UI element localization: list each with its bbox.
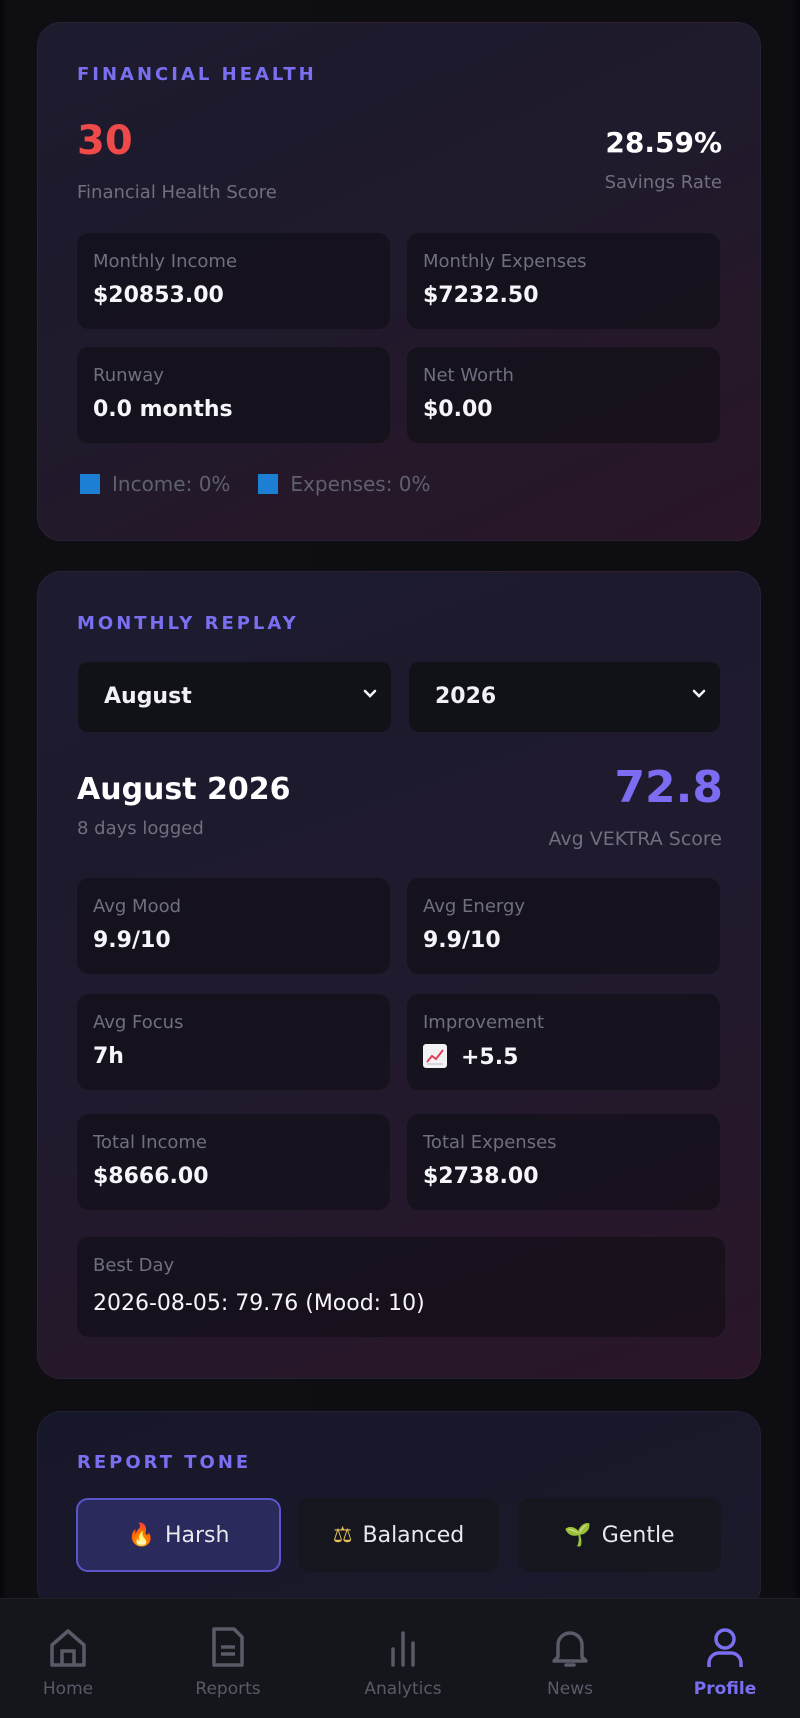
tone-harsh-label: Harsh xyxy=(164,1522,230,1548)
nav-label: Analytics xyxy=(364,1679,442,1699)
financial-health-score-label: Financial Health Score xyxy=(77,182,277,203)
savings-rate-label: Savings Rate xyxy=(604,172,722,193)
nav-label: Home xyxy=(42,1679,94,1699)
best-day-tile: Best Day 2026-08-05: 79.76 (Mood: 10) xyxy=(77,1237,725,1337)
avg-vektra-score-value: 72.8 xyxy=(614,762,723,813)
financial-health-title: FINANCIAL HEALTH xyxy=(77,64,317,85)
bottom-navigation: Home Reports Analytics News Profile xyxy=(0,1598,800,1718)
tone-balanced-button[interactable]: ⚖ Balanced xyxy=(298,1498,499,1572)
year-select[interactable]: 2026 xyxy=(409,662,720,732)
year-select-value: 2026 xyxy=(435,684,497,709)
tile-value: 7h xyxy=(93,1044,124,1069)
tile-value: $20853.00 xyxy=(93,283,224,308)
month-select-value: August xyxy=(104,684,192,709)
user-icon xyxy=(705,1625,745,1669)
tile-value: 9.9/10 xyxy=(423,928,501,953)
home-icon xyxy=(48,1625,88,1669)
scales-icon: ⚖ xyxy=(332,1522,353,1548)
improvement-tile: Improvement +5.5 xyxy=(407,994,720,1090)
avg-energy-tile: Avg Energy 9.9/10 xyxy=(407,878,720,974)
tile-value: $8666.00 xyxy=(93,1164,209,1189)
nav-label: News xyxy=(547,1679,593,1699)
monthly-income-tile: Monthly Income $20853.00 xyxy=(77,233,390,329)
tone-gentle-button[interactable]: 🌱 Gentle xyxy=(518,1498,721,1572)
tile-label: Avg Focus xyxy=(93,1012,184,1033)
savings-rate-value: 28.59% xyxy=(605,126,722,159)
month-select[interactable]: August xyxy=(78,662,391,732)
nav-item-news[interactable]: News xyxy=(510,1599,630,1718)
financial-health-score: 30 xyxy=(77,118,133,164)
expenses-legend-swatch xyxy=(258,474,279,494)
income-legend-label: Income: 0% xyxy=(112,472,231,496)
tile-value: $0.00 xyxy=(423,397,493,422)
monthly-replay-title: MONTHLY REPLAY xyxy=(77,613,299,634)
avg-vektra-score-label: Avg VEKTRA Score xyxy=(548,828,722,850)
tile-label: Runway xyxy=(93,365,164,386)
tile-label: Avg Mood xyxy=(93,896,182,917)
report-tone-title: REPORT TONE xyxy=(77,1452,252,1473)
tile-label: Best Day xyxy=(93,1255,175,1276)
chevron-down-icon xyxy=(690,684,708,702)
total-expenses-tile: Total Expenses $2738.00 xyxy=(407,1114,720,1210)
tone-balanced-label: Balanced xyxy=(362,1522,465,1548)
tile-label: Monthly Expenses xyxy=(423,251,587,272)
nav-item-home[interactable]: Home xyxy=(8,1599,128,1718)
income-legend-swatch xyxy=(80,474,100,494)
tile-value: $7232.50 xyxy=(423,283,539,308)
document-icon xyxy=(208,1625,248,1669)
tile-value: $2738.00 xyxy=(423,1164,539,1189)
tile-label: Total Income xyxy=(93,1132,207,1153)
tone-gentle-label: Gentle xyxy=(601,1522,675,1548)
tile-label: Improvement xyxy=(423,1012,545,1033)
tile-label: Net Worth xyxy=(423,365,514,386)
tile-value: 0.0 months xyxy=(93,397,233,422)
nav-item-profile[interactable]: Profile xyxy=(665,1599,785,1718)
avg-mood-tile: Avg Mood 9.9/10 xyxy=(77,878,390,974)
nav-label: Reports xyxy=(195,1679,261,1699)
net-worth-tile: Net Worth $0.00 xyxy=(407,347,720,443)
tile-label: Avg Energy xyxy=(423,896,526,917)
income-expense-legend: Income: 0% Expenses: 0% xyxy=(80,472,459,496)
tile-label: Monthly Income xyxy=(93,251,238,272)
expenses-legend-label: Expenses: 0% xyxy=(290,472,431,496)
tile-label: Total Expenses xyxy=(423,1132,557,1153)
improvement-value: +5.5 xyxy=(461,1045,519,1070)
nav-item-reports[interactable]: Reports xyxy=(168,1599,288,1718)
app-screen: FINANCIAL HEALTH 30 Financial Health Sco… xyxy=(0,0,800,1718)
tone-harsh-button[interactable]: 🔥 Harsh xyxy=(76,1498,281,1572)
tile-value: 2026-08-05: 79.76 (Mood: 10) xyxy=(93,1291,425,1316)
bar-chart-icon xyxy=(383,1625,423,1669)
runway-tile: Runway 0.0 months xyxy=(77,347,390,443)
seedling-icon: 🌱 xyxy=(564,1522,592,1548)
total-income-tile: Total Income $8666.00 xyxy=(77,1114,390,1210)
tile-value: 9.9/10 xyxy=(93,928,171,953)
chart-increasing-icon xyxy=(423,1044,447,1068)
monthly-expenses-tile: Monthly Expenses $7232.50 xyxy=(407,233,720,329)
avg-focus-tile: Avg Focus 7h xyxy=(77,994,390,1090)
improvement-value-row: +5.5 xyxy=(423,1044,518,1070)
replay-period-title: August 2026 xyxy=(77,772,291,807)
bell-icon xyxy=(550,1625,590,1669)
fire-icon: 🔥 xyxy=(127,1522,155,1548)
nav-label: Profile xyxy=(693,1679,757,1699)
nav-item-analytics[interactable]: Analytics xyxy=(343,1599,463,1718)
days-logged-label: 8 days logged xyxy=(77,818,204,839)
chevron-down-icon xyxy=(361,684,379,702)
